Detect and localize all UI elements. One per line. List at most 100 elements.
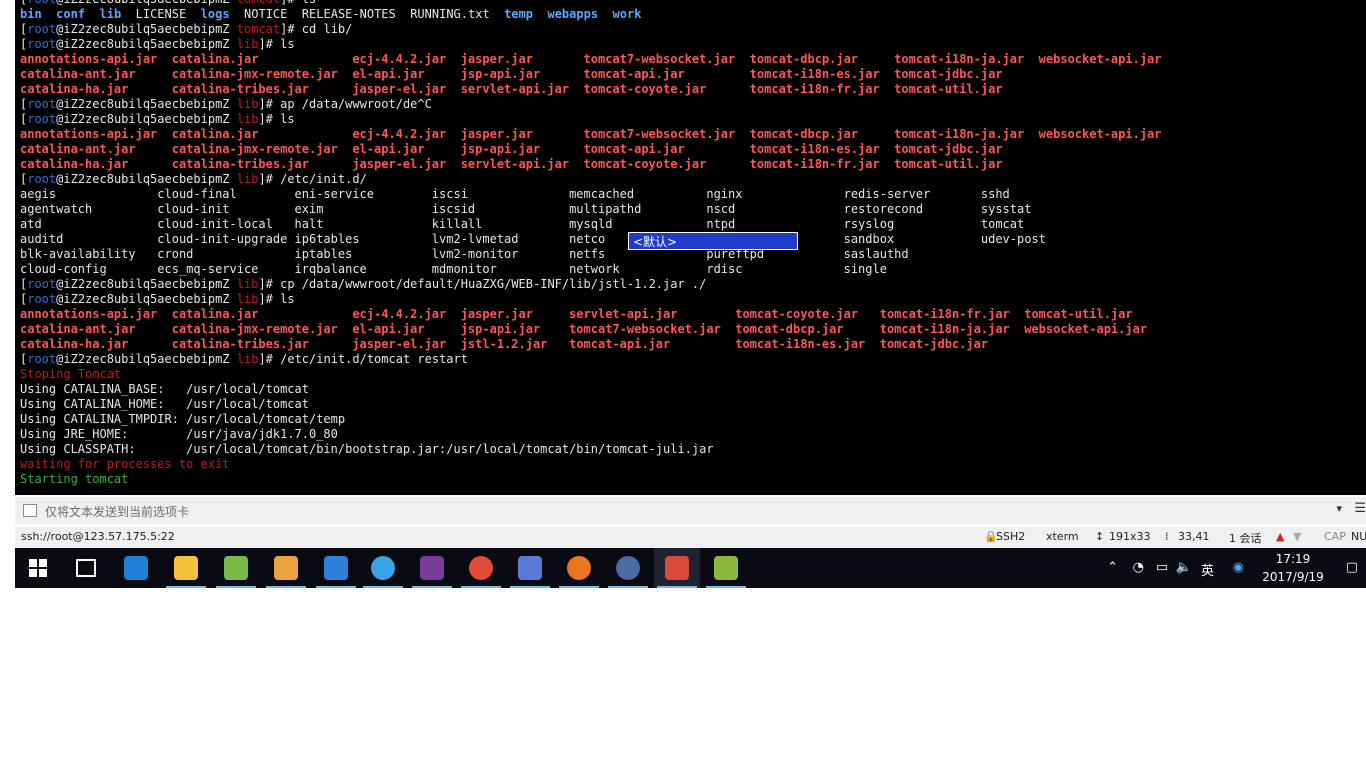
running-indicator — [412, 586, 452, 588]
terminal-line: Using CATALINA_HOME: /usr/local/tomcat — [20, 397, 1162, 412]
terminal-text: lib — [236, 37, 259, 51]
clock[interactable]: 17:19 2017/9/19 — [1262, 550, 1324, 586]
security-icon[interactable]: ◉ — [1233, 560, 1244, 575]
volume-icon[interactable]: 🔈 — [1176, 560, 1192, 575]
globe-app-icon — [616, 556, 640, 580]
terminal-text: NOTICE RELEASE-NOTES RUNNING.txt — [229, 7, 505, 21]
terminal-text: lib — [236, 112, 259, 126]
notification-icon[interactable]: ▢ — [1346, 560, 1358, 575]
terminal-text: Using CATALINA_BASE: /usr/local/tomcat — [20, 382, 309, 396]
terminal-line: Stoping Tomcat — [20, 367, 1162, 382]
arrow-down-icon[interactable]: ▼ — [1293, 530, 1301, 543]
taskbar-app-green-app[interactable] — [703, 548, 749, 588]
terminal-line: catalina-ha.jar catalina-tribes.jar jasp… — [20, 157, 1162, 172]
firefox-icon — [567, 556, 591, 580]
battery-icon[interactable]: ▭ — [1156, 560, 1168, 575]
terminal-line: [root@iZ2zec8ubilq5aecbebipmZ lib]# ls — [20, 112, 1162, 127]
terminal-text: lib — [236, 352, 259, 366]
terminal-output: [root@iZ2zec8ubilq5aecbebipmZ tomcat]# l… — [20, 0, 1162, 487]
taskbar-app-xshell[interactable] — [654, 548, 700, 588]
terminal-line: atd cloud-init-local halt killall mysqld… — [20, 217, 1162, 232]
running-indicator — [363, 586, 403, 588]
terminal-text: lib — [99, 7, 122, 21]
terminal-text: @iZ2zec8ubilq5aecbebipmZ — [56, 22, 237, 36]
windows-taskbar: ⌃ ◔ ▭ 🔈 英 ◉ ▢ 17:19 2017/9/19 — [15, 548, 1366, 588]
running-indicator — [608, 586, 648, 588]
terminal-text: Using CATALINA_TMPDIR: /usr/local/tomcat… — [20, 412, 346, 426]
taskbar-app-network-app[interactable] — [313, 548, 359, 588]
terminal-line: annotations-api.jar catalina.jar ecj-4.4… — [20, 52, 1162, 67]
ime-indicator[interactable]: 英 — [1201, 560, 1214, 579]
terminal-text: catalina-ha.jar catalina-tribes.jar jasp… — [20, 82, 1003, 96]
terminal-line: catalina-ha.jar catalina-tribes.jar jasp… — [20, 337, 1162, 352]
start-button[interactable] — [15, 548, 61, 588]
terminal-text: ]# cd lib/ — [280, 22, 353, 36]
taskbar-app-notepad[interactable] — [213, 548, 259, 588]
terminal-line: [root@iZ2zec8ubilq5aecbebipmZ lib]# /etc… — [20, 352, 1162, 367]
terminal-line: agentwatch cloud-init exim iscsid multip… — [20, 202, 1162, 217]
terminal-text: ]# cp /data/wwwroot/default/HuaZXG/WEB-I… — [258, 277, 707, 291]
taskbar-app-file-explorer[interactable] — [163, 548, 209, 588]
arrow-up-icon[interactable]: ▲ — [1276, 530, 1284, 543]
chevron-down-icon[interactable]: ▾ — [1336, 502, 1342, 515]
terminal-text: root — [27, 0, 56, 6]
terminal-line: bin conf lib LICENSE logs NOTICE RELEASE… — [20, 7, 1162, 22]
running-indicator — [461, 586, 501, 588]
terminal-text: root — [27, 292, 57, 306]
terminal-text: root — [27, 277, 57, 291]
terminal-text: logs — [200, 7, 230, 21]
terminal-text: bin — [20, 7, 42, 21]
terminal-text: annotations-api.jar catalina.jar ecj-4.4… — [20, 52, 1162, 66]
running-indicator — [510, 586, 550, 588]
terminal-line: [root@iZ2zec8ubilq5aecbebipmZ lib]# ap /… — [20, 97, 1162, 112]
terminal-text: @iZ2zec8ubilq5aecbebipmZ — [56, 352, 237, 366]
menu-icon[interactable]: ☰ — [1354, 501, 1366, 516]
terminal-window[interactable]: [root@iZ2zec8ubilq5aecbebipmZ tomcat]# l… — [15, 0, 1366, 495]
terminal-text: @iZ2zec8ubilq5aecbebipmZ — [56, 37, 237, 51]
taskbar-app-chrome[interactable] — [458, 548, 504, 588]
terminal-text: Using JRE_HOME: /usr/java/jdk1.7.0_80 — [20, 427, 338, 441]
terminal-type: xterm — [1046, 530, 1079, 543]
taskbar-app-firefox[interactable] — [556, 548, 602, 588]
task-view-icon — [76, 559, 96, 577]
terminal-text: catalina-ha.jar catalina-tribes.jar jasp… — [20, 337, 989, 351]
taskbar-app-dolphin-app[interactable] — [507, 548, 553, 588]
terminal-line: blk-availability crond iptables lvm2-mon… — [20, 247, 1162, 262]
terminal-text: ]# /etc/init.d/tomcat restart — [258, 352, 468, 366]
num-indicator: NU — [1351, 530, 1366, 543]
ime-candidate-label: <默认> — [633, 235, 678, 249]
running-indicator — [657, 586, 697, 588]
terminal-line: [root@iZ2zec8ubilq5aecbebipmZ tomcat]# c… — [20, 22, 1162, 37]
terminal-text: tomcat — [237, 0, 280, 6]
compose-icon — [23, 504, 37, 517]
chevron-up-icon[interactable]: ⌃ — [1107, 560, 1118, 575]
terminal-line: auditd cloud-init-upgrade ip6tables lvm2… — [20, 232, 1162, 247]
ime-candidate-popup[interactable]: <默认> — [628, 232, 798, 250]
xshell-icon — [665, 556, 689, 580]
terminal-text: aegis cloud-final eni-service iscsi memc… — [20, 187, 1010, 201]
taskbar-app-globe-app[interactable] — [605, 548, 651, 588]
taskbar-app-ie[interactable] — [360, 548, 406, 588]
terminal-text: LICENSE — [121, 7, 201, 21]
taskbar-app-game-app[interactable] — [409, 548, 455, 588]
terminal-text: @iZ2zec8ubilq5aecbebipmZ — [56, 172, 237, 186]
chrome-icon — [469, 556, 493, 580]
taskbar-app-task-view[interactable] — [63, 548, 109, 588]
status-bar: ssh://root@123.57.175.5:22 🔒 SSH2 xterm … — [15, 527, 1366, 548]
send-text-bar[interactable]: 仅将文本发送到当前选项卡 ▾ ☰ — [15, 497, 1366, 524]
taskbar-app-paint[interactable] — [263, 548, 309, 588]
terminal-text: catalina-ha.jar catalina-tribes.jar jasp… — [20, 157, 1003, 171]
terminal-text: Using CLASSPATH: /usr/local/tomcat/bin/b… — [20, 442, 714, 456]
clock-time: 17:19 — [1275, 552, 1311, 566]
taskbar-app-edge[interactable] — [113, 548, 159, 588]
terminal-line: cloud-config ecs_mq-service irqbalance m… — [20, 262, 1162, 277]
terminal-line: [root@iZ2zec8ubilq5aecbebipmZ lib]# ls — [20, 292, 1162, 307]
terminal-line: [root@iZ2zec8ubilq5aecbebipmZ lib]# /etc… — [20, 172, 1162, 187]
terminal-text: root — [27, 37, 57, 51]
terminal-text: lib — [236, 97, 259, 111]
wifi-icon[interactable]: ◔ — [1133, 560, 1144, 575]
